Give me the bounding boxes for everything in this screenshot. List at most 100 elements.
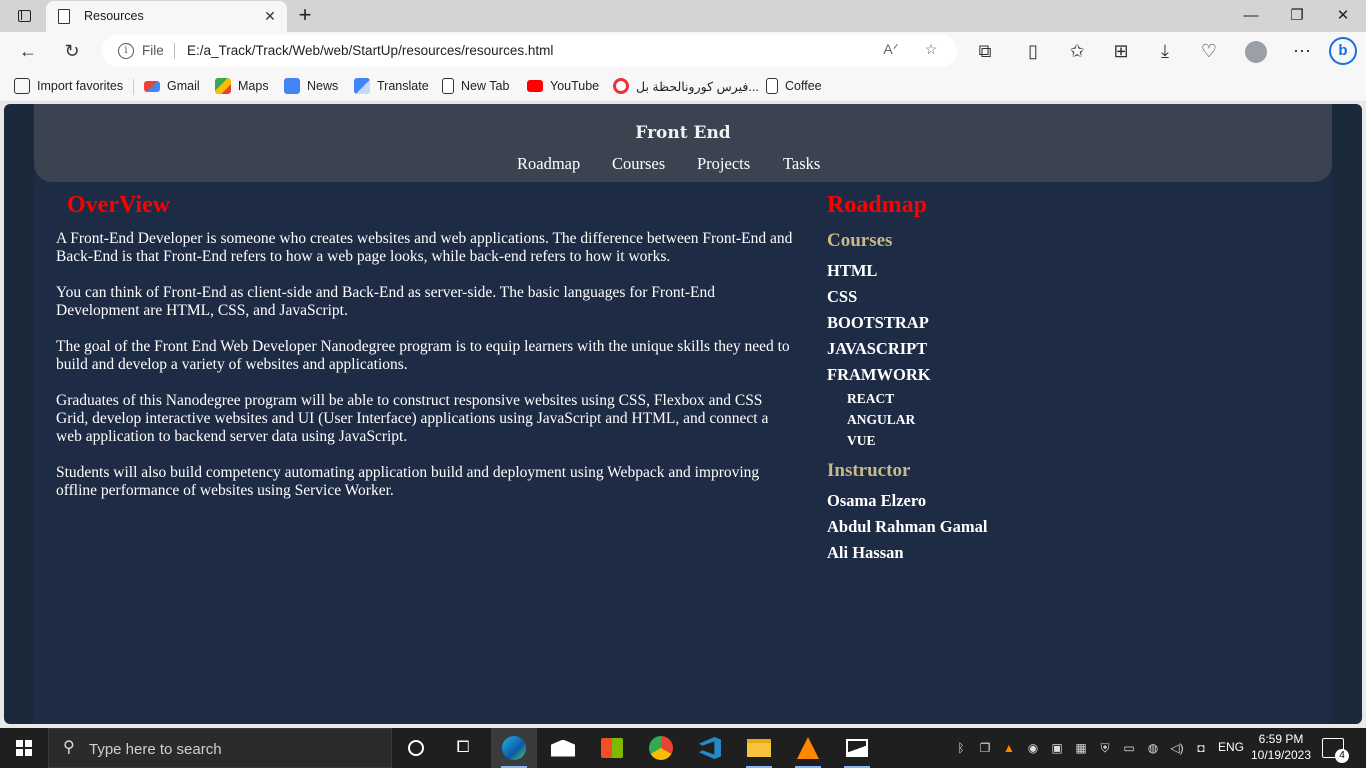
taskbar-mail[interactable] <box>540 728 586 768</box>
windows-logo-icon <box>16 740 32 756</box>
mail-icon <box>551 739 575 757</box>
address-divider <box>174 43 175 59</box>
extensions-icon[interactable]: ⧉ <box>971 37 999 65</box>
instructor-item: Osama Elzero <box>827 491 927 510</box>
split-screen-icon[interactable]: ▯ <box>1019 37 1047 65</box>
target-icon <box>613 78 629 94</box>
browser-toolbar: ← ↻ i File E:/a_Track/Track/Web/web/Star… <box>0 32 1366 70</box>
course-item-css: CSS <box>827 287 858 306</box>
favorite-star-icon[interactable]: ☆ <box>920 41 942 61</box>
url-text[interactable]: E:/a_Track/Track/Web/web/StartUp/resourc… <box>187 43 553 58</box>
cortana-button[interactable] <box>393 728 439 768</box>
taskbar-edge[interactable] <box>491 728 537 768</box>
photos-icon <box>846 739 868 757</box>
vlc-tray-icon[interactable]: ▲ <box>1001 740 1017 756</box>
minimize-button[interactable]: — <box>1228 0 1274 32</box>
framework-item-vue: VUE <box>847 433 876 448</box>
search-icon: ⚲ <box>63 739 75 756</box>
taskbar-photos[interactable] <box>834 728 880 768</box>
instructor-heading: Instructor <box>827 460 911 481</box>
fav-youtube[interactable]: YouTube <box>527 77 599 95</box>
youtube-icon <box>527 80 543 92</box>
task-view-button[interactable]: ⧠ <box>440 728 486 768</box>
fav-news[interactable]: News <box>284 77 338 95</box>
fav-label: Coffee <box>785 79 822 93</box>
profile-avatar[interactable] <box>1242 37 1270 65</box>
taskbar-chrome[interactable] <box>638 728 684 768</box>
favorites-divider <box>133 79 134 95</box>
taskbar-store[interactable] <box>589 728 635 768</box>
notification-center-button[interactable]: 4 <box>1322 738 1349 763</box>
fav-label: Gmail <box>167 79 200 93</box>
folder-icon <box>747 739 771 757</box>
site-header: Front End Roadmap Courses Projects Tasks <box>34 104 1332 182</box>
task-view-icon: ⧠ <box>456 739 470 756</box>
display-icon[interactable]: ▦ <box>1073 740 1089 756</box>
nav-link-roadmap[interactable]: Roadmap <box>517 154 580 174</box>
start-button[interactable] <box>0 728 48 768</box>
read-aloud-icon[interactable]: Aᐟ <box>880 41 902 61</box>
search-placeholder: Type here to search <box>89 741 222 758</box>
system-clock[interactable]: 6:59 PM 10/19/2023 <box>1248 731 1314 763</box>
close-tab-button[interactable]: ✕ <box>261 6 279 26</box>
site-brand: Front End <box>635 123 731 143</box>
restore-button[interactable]: ❐ <box>1274 0 1320 32</box>
monitor-icon[interactable]: ▣ <box>1049 740 1065 756</box>
course-item-bootstrap: BOOTSTRAP <box>827 313 929 332</box>
input-language[interactable]: ENG <box>1218 740 1244 754</box>
new-tab-button[interactable]: + <box>294 4 316 28</box>
gmail-icon <box>144 80 160 92</box>
vscode-icon <box>699 737 721 759</box>
clock-time: 6:59 PM <box>1258 732 1304 746</box>
overview-paragraph: The goal of the Front End Web Developer … <box>56 338 790 373</box>
page-icon <box>58 9 70 24</box>
overview-paragraph: Graduates of this Nanodegree program wil… <box>56 392 769 445</box>
refresh-button[interactable]: ↻ <box>58 37 86 65</box>
fav-maps[interactable]: Maps <box>215 77 269 95</box>
taskbar-file-explorer[interactable] <box>736 728 782 768</box>
nav-link-tasks[interactable]: Tasks <box>783 154 820 174</box>
nav-link-courses[interactable]: Courses <box>612 154 665 174</box>
battery-icon[interactable]: ▭ <box>1121 740 1137 756</box>
network-icon[interactable]: ◍ <box>1145 740 1161 756</box>
bing-copilot-icon[interactable]: b <box>1327 35 1359 67</box>
copy-icon[interactable]: ❐ <box>977 740 993 756</box>
fav-import-favorites[interactable]: Import favorites <box>14 77 123 95</box>
more-menu-icon[interactable]: ⋯ <box>1288 37 1316 65</box>
info-icon[interactable]: i <box>118 43 134 59</box>
nav-link-projects[interactable]: Projects <box>697 154 750 174</box>
back-button[interactable]: ← <box>14 37 42 65</box>
taskbar-vlc[interactable] <box>785 728 831 768</box>
vlc-icon <box>797 737 819 759</box>
fav-gmail[interactable]: Gmail <box>144 77 200 95</box>
tab-actions-button[interactable] <box>10 6 38 26</box>
close-window-button[interactable]: ✕ <box>1320 0 1366 32</box>
fav-translate[interactable]: Translate <box>354 77 429 95</box>
overview-paragraph: Students will also build competency auto… <box>56 464 760 499</box>
collections-icon[interactable]: ⊞ <box>1107 37 1135 65</box>
page-viewport: Front End Roadmap Courses Projects Tasks… <box>4 104 1362 724</box>
fav-new-tab[interactable]: New Tab <box>442 77 509 95</box>
downloads-icon[interactable]: ⤓ <box>1151 37 1179 65</box>
security-icon[interactable]: ⛨ <box>1097 740 1113 756</box>
course-item-html: HTML <box>827 261 878 280</box>
tab-bar: Resources ✕ + — ❐ ✕ <box>0 0 1366 32</box>
bluetooth-icon[interactable]: ᛒ <box>953 740 969 756</box>
fav-corona[interactable]: فيرس كورونالحظة بل... <box>613 77 759 95</box>
favorites-bar: Import favorites Gmail Maps News Transla… <box>0 70 1366 102</box>
fav-coffee[interactable]: Coffee <box>766 77 822 95</box>
address-bar[interactable]: i File E:/a_Track/Track/Web/web/StartUp/… <box>102 35 957 67</box>
sync-icon[interactable]: ◉ <box>1025 740 1041 756</box>
clock-date: 10/19/2023 <box>1250 748 1312 762</box>
performance-icon[interactable]: ♡ <box>1195 37 1223 65</box>
taskbar-search[interactable]: ⚲ Type here to search <box>48 728 392 768</box>
overview-paragraph: A Front-End Developer is someone who cre… <box>56 230 793 265</box>
page-icon <box>766 78 778 94</box>
tab-resources[interactable]: Resources ✕ <box>46 1 287 32</box>
volume-icon[interactable]: ◁) <box>1169 740 1185 756</box>
taskbar-vscode[interactable] <box>687 728 733 768</box>
translate-icon <box>354 78 370 94</box>
favorites-icon[interactable]: ✩ <box>1063 37 1091 65</box>
meet-icon[interactable]: ◘ <box>1193 740 1209 756</box>
tab-title: Resources <box>84 9 144 23</box>
